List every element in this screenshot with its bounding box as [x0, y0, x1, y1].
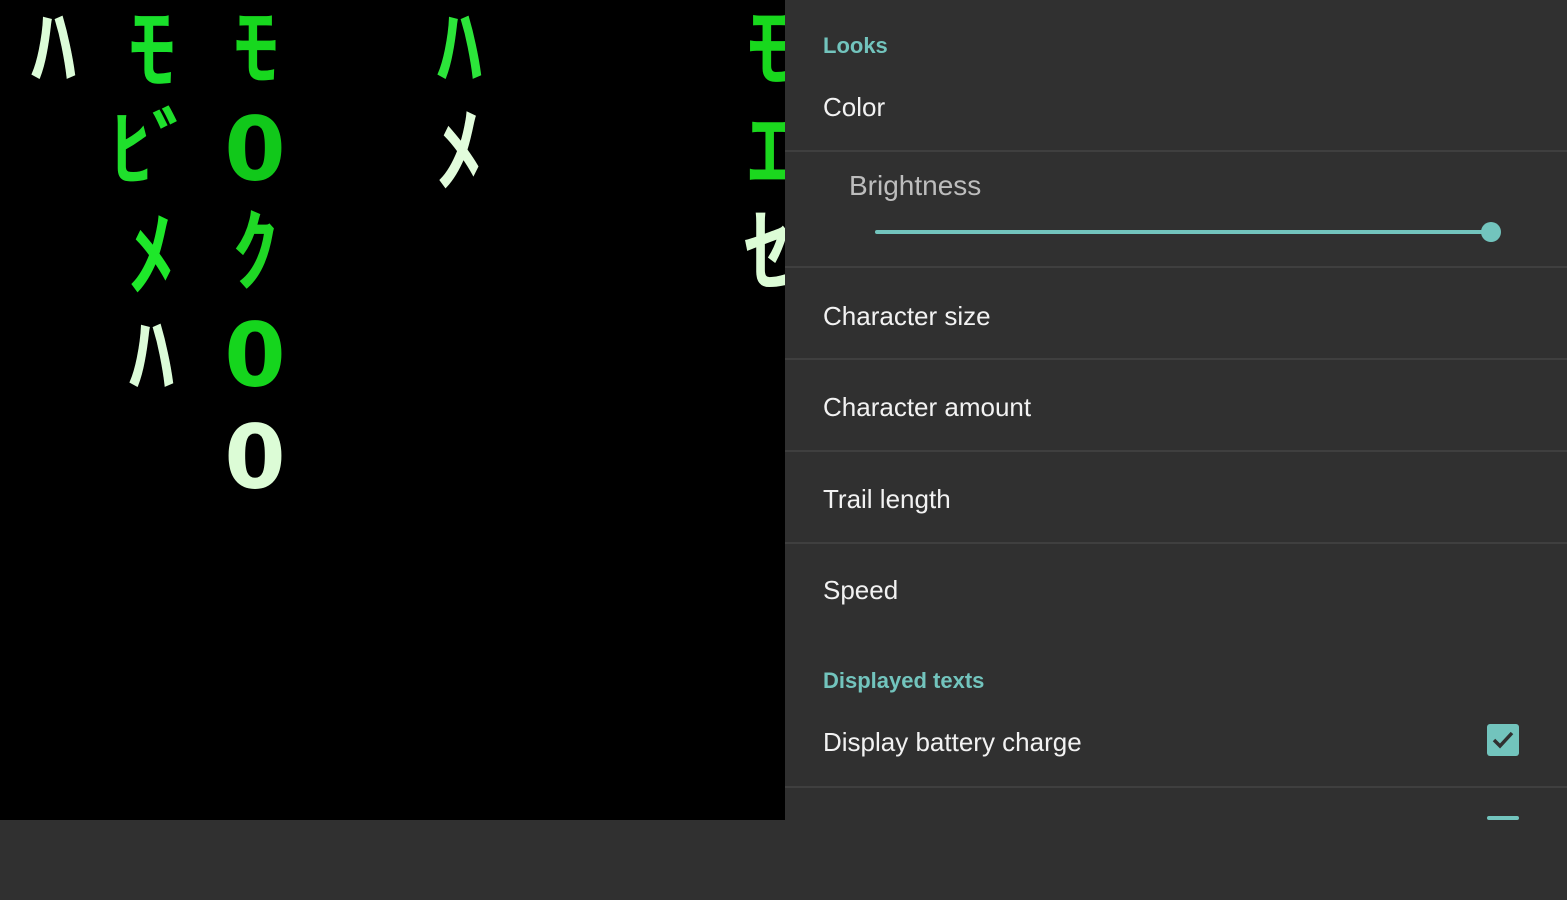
pref-character-size[interactable]: Character size: [785, 268, 1567, 360]
matrix-glyph: ﾊ: [129, 304, 174, 407]
pref-character-size-label: Character size: [823, 301, 991, 331]
settings-panel: Looks Color Brightness Character size Ch…: [785, 0, 1567, 820]
pref-display-battery-charge[interactable]: Display battery charge: [785, 696, 1567, 788]
pref-trail-length-label: Trail length: [823, 484, 951, 514]
matrix-glyph: ｴ: [747, 100, 785, 203]
pref-speed[interactable]: Speed: [785, 544, 1567, 636]
matrix-glyph: ｾ: [745, 200, 785, 307]
section-header-looks: Looks: [823, 33, 888, 58]
bottom-bar: [0, 820, 1567, 900]
matrix-glyph: ｸ: [232, 200, 278, 305]
matrix-glyph: ﾒ: [129, 202, 175, 309]
matrix-glyph: 0: [224, 98, 286, 201]
pref-display-battery-charge-label: Display battery charge: [823, 727, 1082, 757]
pref-brightness: Brightness: [785, 152, 1567, 268]
matrix-glyph: 0: [224, 304, 286, 407]
pref-color-label: Color: [823, 92, 886, 122]
pref-character-amount-label: Character amount: [823, 392, 1032, 422]
pref-trail-length[interactable]: Trail length: [785, 452, 1567, 544]
matrix-glyph: 0: [224, 406, 286, 509]
matrix-glyph: ﾊ: [437, 0, 482, 99]
checkmark-icon: [1492, 731, 1514, 749]
matrix-glyph: ﾊ: [31, 0, 76, 99]
brightness-slider-track[interactable]: [875, 230, 1491, 234]
matrix-glyph: ﾓ: [129, 0, 175, 103]
matrix-glyph: ﾋﾞ: [110, 101, 195, 199]
section-header-displayed-texts: Displayed texts: [823, 668, 985, 693]
brightness-label: Brightness: [849, 170, 982, 201]
pref-character-amount[interactable]: Character amount: [785, 360, 1567, 452]
matrix-preview: ﾊ ﾓ ﾋﾞ ﾒ ﾊ ﾓ 0 ｸ 0 0 ﾊ ﾒ ﾓ ｴ ｾ: [0, 0, 785, 820]
matrix-glyph: ﾒ: [437, 98, 483, 205]
pref-speed-label: Speed: [823, 575, 899, 605]
matrix-glyph: ﾓ: [233, 0, 278, 99]
pref-color[interactable]: Color: [785, 60, 1567, 152]
matrix-glyph: ﾓ: [747, 0, 786, 101]
brightness-slider-thumb[interactable]: [1481, 222, 1501, 242]
battery-charge-checkbox[interactable]: [1487, 724, 1519, 756]
